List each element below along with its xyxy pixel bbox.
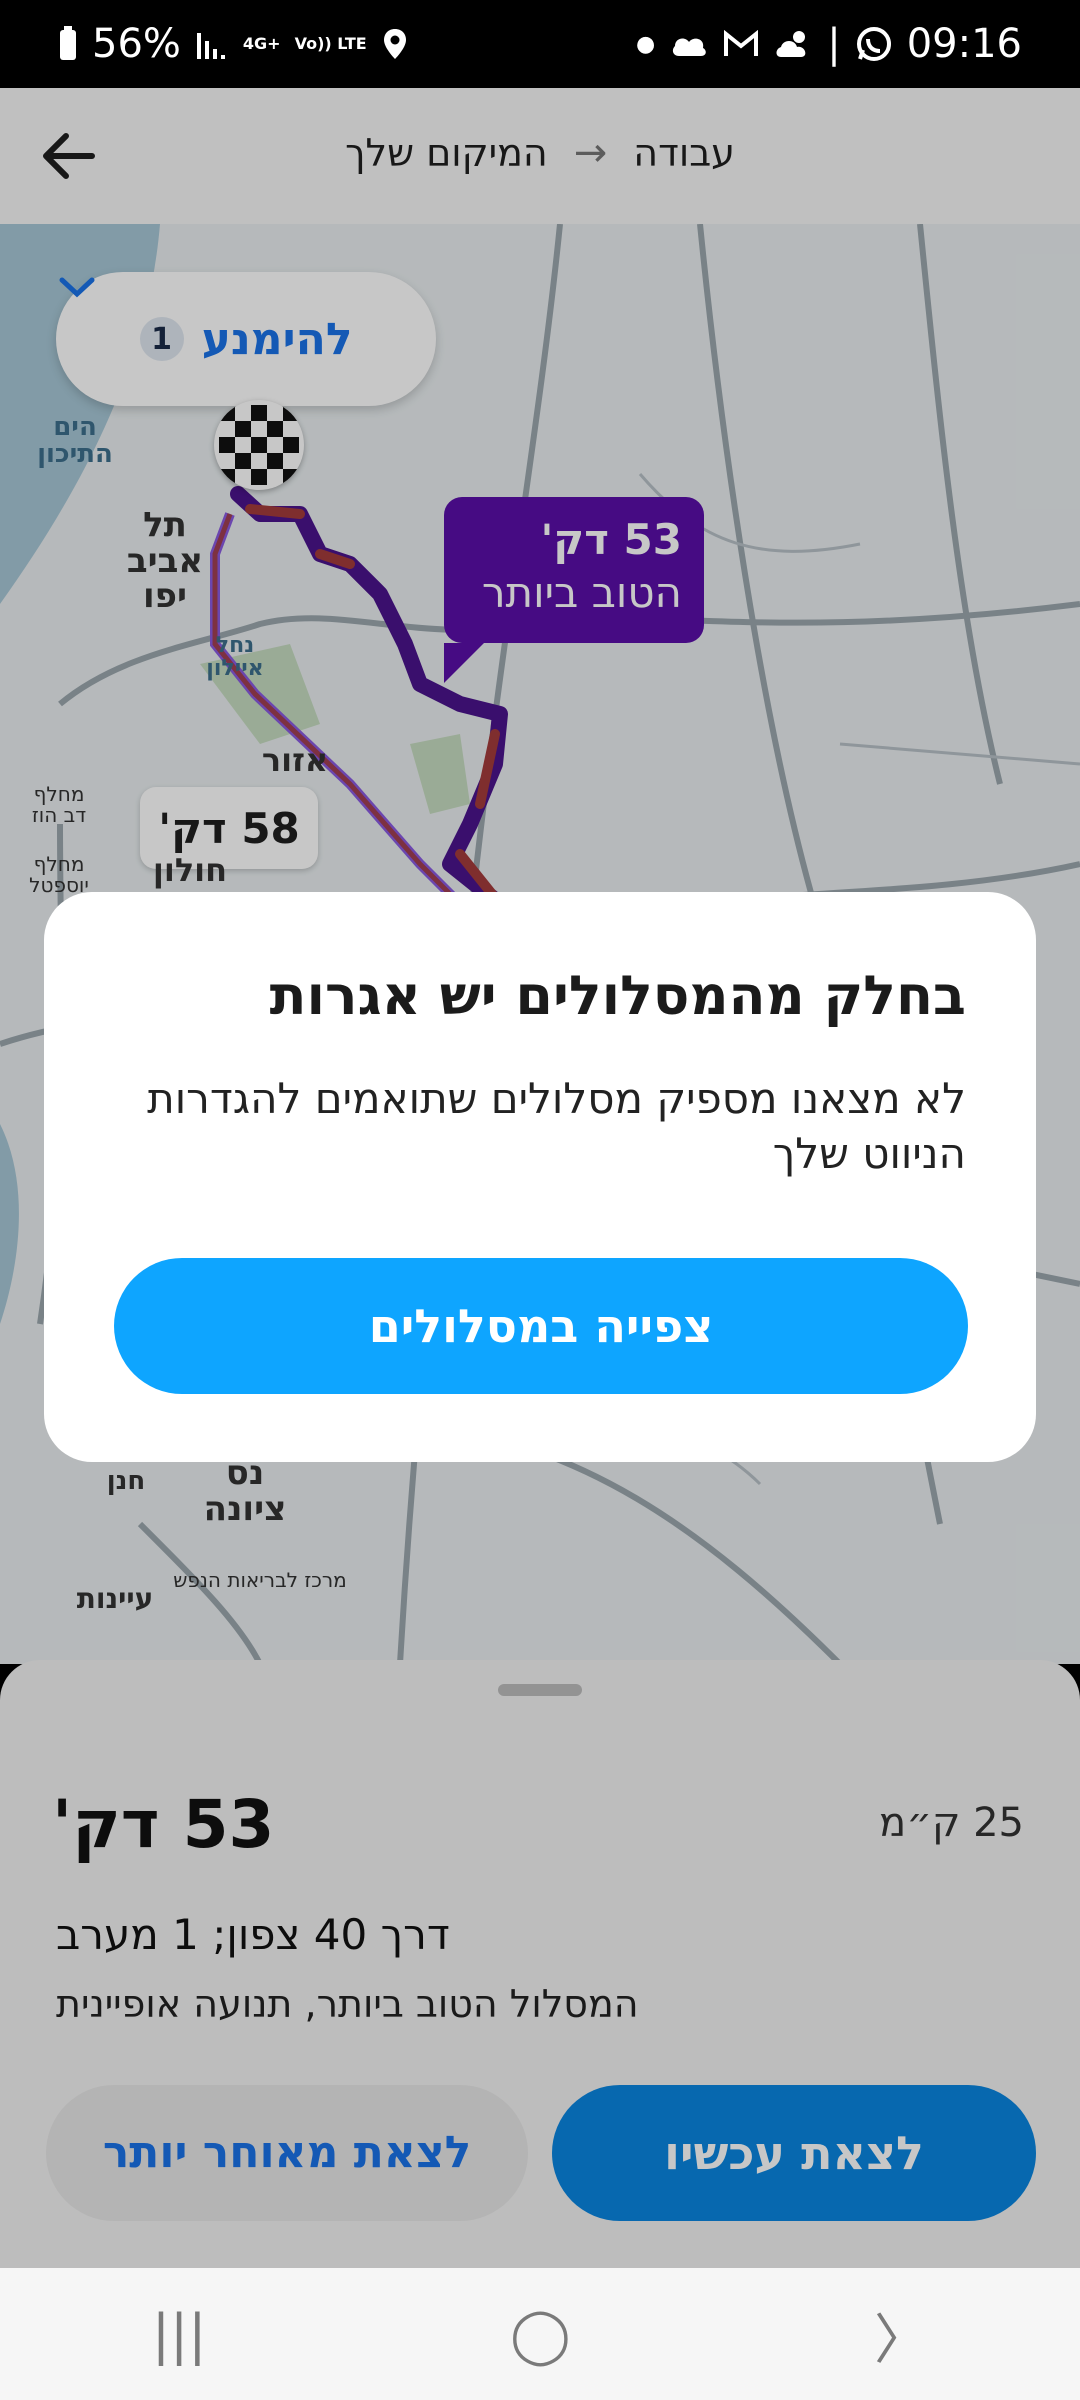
tolls-dialog: בחלק מהמסלולים יש אגרות לא מצאנו מספיק מ… bbox=[44, 892, 1036, 1462]
home-button[interactable]: ◯ bbox=[510, 2303, 570, 2366]
recents-button[interactable]: ||| bbox=[152, 2303, 207, 2366]
whatsapp-icon bbox=[856, 27, 891, 61]
status-right: ● | 09:16 bbox=[636, 21, 1022, 67]
dialog-body: לא מצאנו מספיק מסלולים שתואמים להגדרות ה… bbox=[147, 1074, 966, 1178]
dialog-title: בחלק מהמסלולים יש אגרות bbox=[269, 964, 966, 1027]
volte-indicator: Vo)) LTE bbox=[294, 34, 367, 53]
cloud-icon bbox=[673, 38, 707, 56]
divider-bar: | bbox=[827, 21, 841, 67]
back-button[interactable]: 〉 bbox=[874, 2295, 928, 2374]
view-routes-button[interactable]: צפייה במסלולים bbox=[114, 1258, 968, 1394]
signal-icon bbox=[196, 33, 225, 59]
battery-percentage: 56% bbox=[92, 21, 181, 67]
system-nav-bar: ||| ◯ 〉 bbox=[0, 2268, 1080, 2400]
network-type: 4G+ bbox=[242, 34, 281, 53]
gmail-icon bbox=[724, 30, 759, 56]
notification-dot-icon: ● bbox=[636, 31, 656, 57]
weather-icon bbox=[776, 31, 806, 57]
location-icon bbox=[383, 29, 406, 59]
status-bar: 56% 4G+ Vo)) LTE ● | 09:16 bbox=[0, 0, 1080, 88]
battery-icon bbox=[60, 26, 76, 60]
clock: 09:16 bbox=[906, 21, 1022, 67]
status-left: 56% 4G+ Vo)) LTE bbox=[58, 21, 409, 67]
